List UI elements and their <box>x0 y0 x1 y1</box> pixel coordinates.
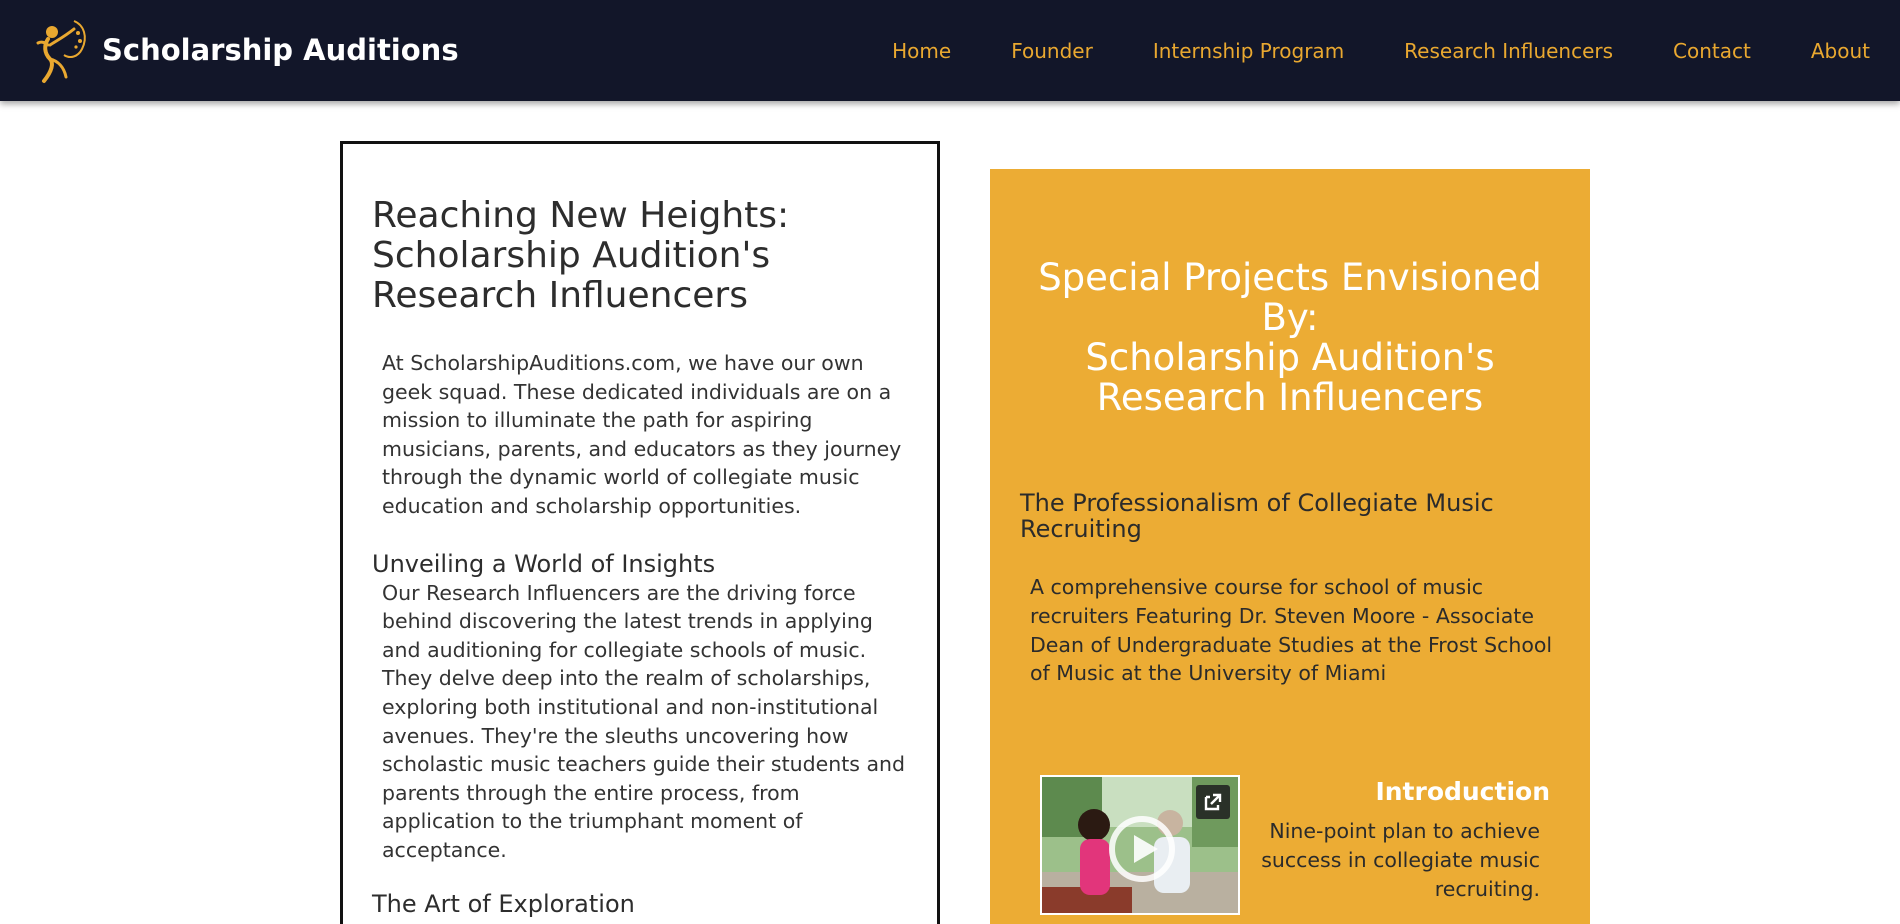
article-title: Reaching New Heights: Scholarship Auditi… <box>372 195 790 316</box>
article-intro: At ScholarshipAuditions.com, we have our… <box>382 351 902 518</box>
course-description: A comprehensive course for school of mus… <box>1030 575 1553 686</box>
nav-internship-program[interactable]: Internship Program <box>1153 39 1344 63</box>
external-link-icon[interactable] <box>1196 785 1230 819</box>
video-title[interactable]: Introduction <box>1375 777 1550 806</box>
site-header: Scholarship Auditions Home Founder Inter… <box>0 0 1900 101</box>
nav-home[interactable]: Home <box>892 39 951 63</box>
course-title: The Professionalism of Collegiate Music … <box>1020 489 1494 543</box>
nav-founder[interactable]: Founder <box>1011 39 1093 63</box>
special-projects-panel: Special Projects Envisioned By: Scholars… <box>990 169 1590 924</box>
nav-research-influencers[interactable]: Research Influencers <box>1404 39 1613 63</box>
video-description: Nine-point plan to achieve success in co… <box>1261 819 1540 901</box>
section-heading-exploration: The Art of Exploration <box>372 889 635 918</box>
nav-contact[interactable]: Contact <box>1673 39 1751 63</box>
main-nav: Home Founder Internship Program Research… <box>832 0 1870 101</box>
logo-musician-icon <box>36 20 86 83</box>
video-thumbnail[interactable] <box>1040 775 1240 915</box>
section-heading-insights: Unveiling a World of Insights <box>372 549 716 578</box>
article-card: Reaching New Heights: Scholarship Auditi… <box>340 141 940 924</box>
video-item: Introduction Nine-point plan to achieve … <box>1040 775 1550 915</box>
section-text-insights: Our Research Influencers are the driving… <box>382 580 906 862</box>
site-title: Scholarship Auditions <box>102 33 459 67</box>
panel-title: Special Projects Envisioned By: Scholars… <box>1020 258 1560 418</box>
panel-title-line1: Special Projects Envisioned By: <box>1038 256 1542 339</box>
panel-title-line2: Scholarship Audition's Research Influenc… <box>1085 336 1495 419</box>
nav-about[interactable]: About <box>1811 39 1870 63</box>
brand[interactable]: Scholarship Auditions <box>30 14 459 86</box>
